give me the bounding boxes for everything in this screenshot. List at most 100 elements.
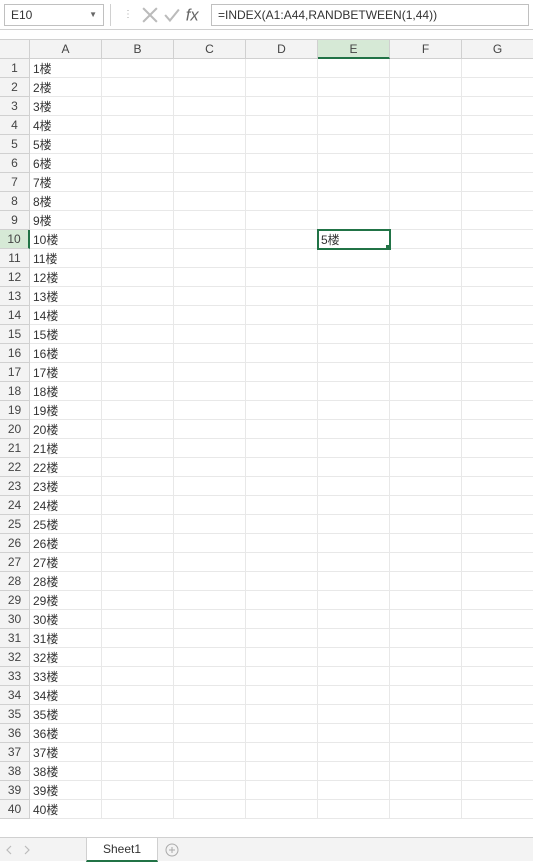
cell-B25[interactable] — [102, 515, 174, 534]
cell-F35[interactable] — [390, 705, 462, 724]
cell-C6[interactable] — [174, 154, 246, 173]
row-header-13[interactable]: 13 — [0, 287, 30, 306]
cell-B20[interactable] — [102, 420, 174, 439]
cell-C8[interactable] — [174, 192, 246, 211]
cell-C16[interactable] — [174, 344, 246, 363]
row-header-10[interactable]: 10 — [0, 230, 30, 249]
cell-A39[interactable]: 39楼 — [30, 781, 102, 800]
cell-B19[interactable] — [102, 401, 174, 420]
col-header-A[interactable]: A — [30, 40, 102, 59]
cell-A7[interactable]: 7楼 — [30, 173, 102, 192]
row-header-2[interactable]: 2 — [0, 78, 30, 97]
cell-A32[interactable]: 32楼 — [30, 648, 102, 667]
col-header-D[interactable]: D — [246, 40, 318, 59]
cell-E24[interactable] — [318, 496, 390, 515]
cell-A10[interactable]: 10楼 — [30, 230, 102, 249]
row-header-17[interactable]: 17 — [0, 363, 30, 382]
cell-G26[interactable] — [462, 534, 533, 553]
cell-E17[interactable] — [318, 363, 390, 382]
cell-F9[interactable] — [390, 211, 462, 230]
cell-G34[interactable] — [462, 686, 533, 705]
cell-D36[interactable] — [246, 724, 318, 743]
cell-B13[interactable] — [102, 287, 174, 306]
cell-C12[interactable] — [174, 268, 246, 287]
cell-B8[interactable] — [102, 192, 174, 211]
cell-A13[interactable]: 13楼 — [30, 287, 102, 306]
cell-B9[interactable] — [102, 211, 174, 230]
cell-F23[interactable] — [390, 477, 462, 496]
row-header-32[interactable]: 32 — [0, 648, 30, 667]
cell-E39[interactable] — [318, 781, 390, 800]
cell-F10[interactable] — [390, 230, 462, 249]
cell-A8[interactable]: 8楼 — [30, 192, 102, 211]
cell-E1[interactable] — [318, 59, 390, 78]
cell-C27[interactable] — [174, 553, 246, 572]
cell-G23[interactable] — [462, 477, 533, 496]
row-header-19[interactable]: 19 — [0, 401, 30, 420]
cell-F19[interactable] — [390, 401, 462, 420]
cell-D37[interactable] — [246, 743, 318, 762]
cell-F28[interactable] — [390, 572, 462, 591]
cell-A36[interactable]: 36楼 — [30, 724, 102, 743]
cell-A22[interactable]: 22楼 — [30, 458, 102, 477]
cell-F15[interactable] — [390, 325, 462, 344]
cell-E22[interactable] — [318, 458, 390, 477]
add-sheet-icon[interactable] — [158, 843, 186, 857]
cell-E19[interactable] — [318, 401, 390, 420]
row-header-8[interactable]: 8 — [0, 192, 30, 211]
cell-C7[interactable] — [174, 173, 246, 192]
cell-E36[interactable] — [318, 724, 390, 743]
cell-F12[interactable] — [390, 268, 462, 287]
tab-nav-prev-icon[interactable] — [0, 838, 18, 862]
cell-F17[interactable] — [390, 363, 462, 382]
row-header-39[interactable]: 39 — [0, 781, 30, 800]
row-header-29[interactable]: 29 — [0, 591, 30, 610]
cell-G29[interactable] — [462, 591, 533, 610]
cell-B21[interactable] — [102, 439, 174, 458]
row-header-37[interactable]: 37 — [0, 743, 30, 762]
cell-G31[interactable] — [462, 629, 533, 648]
cell-F18[interactable] — [390, 382, 462, 401]
cell-C20[interactable] — [174, 420, 246, 439]
row-header-35[interactable]: 35 — [0, 705, 30, 724]
row-header-23[interactable]: 23 — [0, 477, 30, 496]
cell-G28[interactable] — [462, 572, 533, 591]
cell-B22[interactable] — [102, 458, 174, 477]
cell-D11[interactable] — [246, 249, 318, 268]
cell-A14[interactable]: 14楼 — [30, 306, 102, 325]
cell-F38[interactable] — [390, 762, 462, 781]
cell-G25[interactable] — [462, 515, 533, 534]
cell-A26[interactable]: 26楼 — [30, 534, 102, 553]
cell-E27[interactable] — [318, 553, 390, 572]
cell-C15[interactable] — [174, 325, 246, 344]
cell-C30[interactable] — [174, 610, 246, 629]
cell-E40[interactable] — [318, 800, 390, 819]
row-header-11[interactable]: 11 — [0, 249, 30, 268]
cell-A28[interactable]: 28楼 — [30, 572, 102, 591]
cell-G16[interactable] — [462, 344, 533, 363]
cell-E21[interactable] — [318, 439, 390, 458]
cell-A16[interactable]: 16楼 — [30, 344, 102, 363]
cell-D8[interactable] — [246, 192, 318, 211]
cell-D5[interactable] — [246, 135, 318, 154]
cell-E20[interactable] — [318, 420, 390, 439]
cell-E7[interactable] — [318, 173, 390, 192]
cell-D12[interactable] — [246, 268, 318, 287]
cell-G19[interactable] — [462, 401, 533, 420]
cell-B35[interactable] — [102, 705, 174, 724]
cell-E2[interactable] — [318, 78, 390, 97]
cell-D28[interactable] — [246, 572, 318, 591]
cell-C1[interactable] — [174, 59, 246, 78]
cell-E8[interactable] — [318, 192, 390, 211]
cell-C5[interactable] — [174, 135, 246, 154]
cell-A18[interactable]: 18楼 — [30, 382, 102, 401]
row-header-16[interactable]: 16 — [0, 344, 30, 363]
cell-D30[interactable] — [246, 610, 318, 629]
cell-B4[interactable] — [102, 116, 174, 135]
cell-D3[interactable] — [246, 97, 318, 116]
row-header-9[interactable]: 9 — [0, 211, 30, 230]
cell-C36[interactable] — [174, 724, 246, 743]
cell-G32[interactable] — [462, 648, 533, 667]
cell-F29[interactable] — [390, 591, 462, 610]
cell-C14[interactable] — [174, 306, 246, 325]
